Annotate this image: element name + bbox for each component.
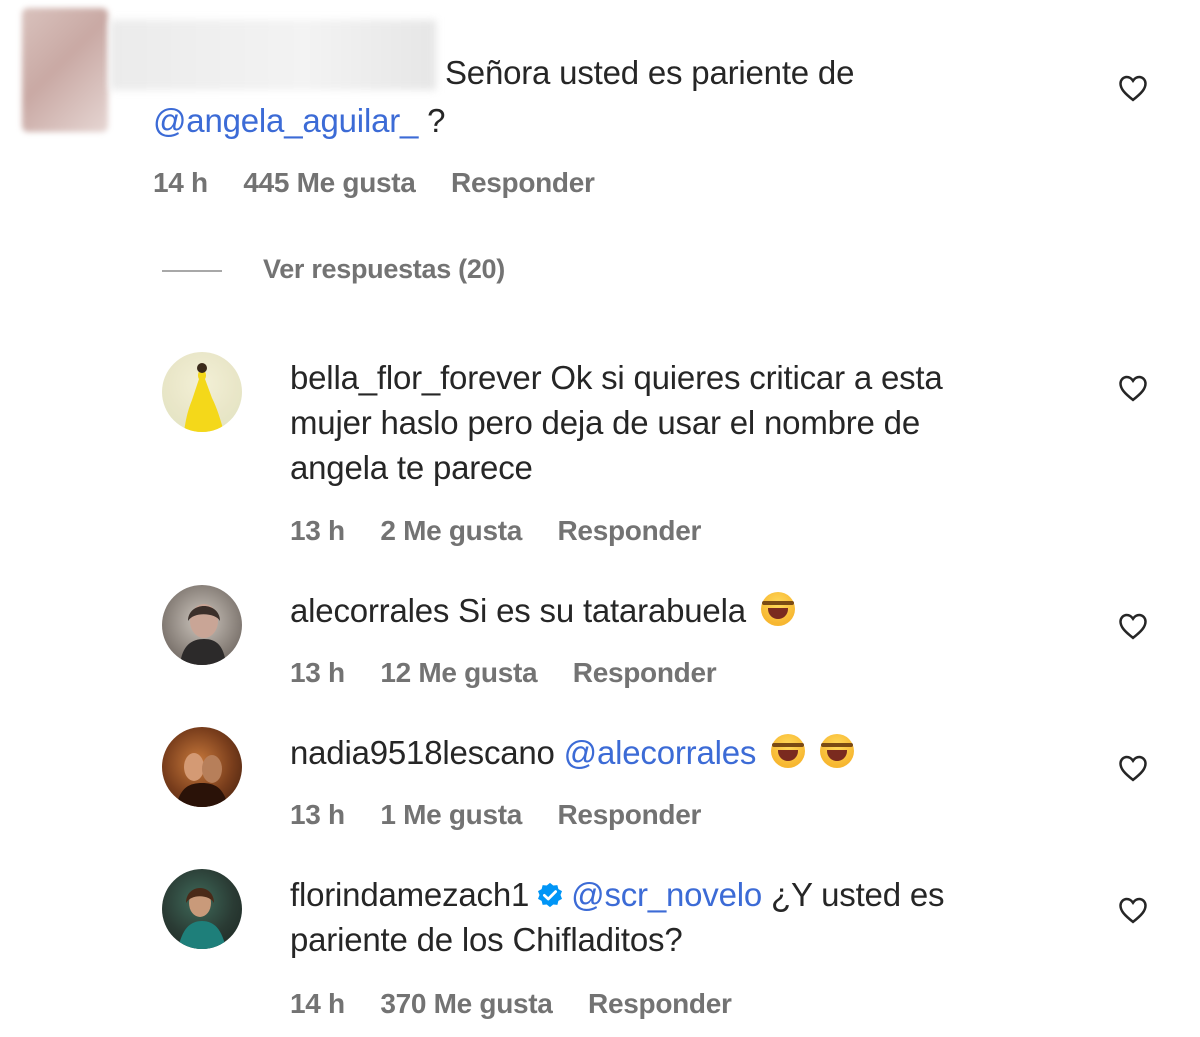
comment-5-meta: 14 h 370 Me gusta Responder: [290, 988, 760, 1020]
comment-4-like-button[interactable]: [1118, 754, 1148, 782]
comment-3-reply-button[interactable]: Responder: [573, 657, 717, 688]
heart-outline-icon: [1119, 755, 1147, 782]
comment-2-text: bella_flor_forever Ok si quieres critica…: [290, 355, 1010, 490]
laughing-emoji-icon: [771, 734, 806, 768]
avatar-image: [184, 363, 224, 432]
comment-1-meta: 14 h 445 Me gusta Responder: [153, 167, 623, 199]
comment-2-like-button[interactable]: [1118, 374, 1148, 402]
comment-2-username[interactable]: bella_flor_forever: [290, 359, 542, 396]
avatar-image: [176, 753, 228, 807]
comment-4-time: 13 h: [290, 799, 345, 830]
comment-1-time: 14 h: [153, 167, 208, 198]
comment-1-text-line2: @angela_aguilar_ ?: [153, 98, 445, 143]
heart-outline-icon: [1119, 613, 1147, 640]
comment-4-meta: 13 h 1 Me gusta Responder: [290, 799, 729, 831]
blurred-avatar: [22, 8, 108, 132]
comment-5-username[interactable]: florindamezach1: [290, 876, 529, 913]
blurred-username: [110, 20, 436, 90]
avatar-alecorrales[interactable]: [162, 585, 242, 665]
laughing-emoji-icon: [820, 734, 855, 768]
comment-2-reply-button[interactable]: Responder: [558, 515, 702, 546]
comment-4-text: nadia9518lescano @alecorrales: [290, 730, 855, 775]
comment-4-reply-button[interactable]: Responder: [558, 799, 702, 830]
avatar-florindamezach1[interactable]: [162, 869, 242, 949]
comment-1-text-line1: Señora usted es pariente de: [445, 50, 854, 95]
comment-5-mention[interactable]: @scr_novelo: [571, 876, 762, 913]
comment-5-text: florindamezach1 @scr_novelo ¿Y usted es p…: [290, 872, 1010, 962]
avatar-image: [180, 604, 226, 665]
comment-1-text-after: ?: [418, 102, 446, 139]
comment-5-reply-button[interactable]: Responder: [588, 988, 732, 1019]
comment-1-reply-button[interactable]: Responder: [451, 167, 595, 198]
comment-4-mention[interactable]: @alecorrales: [564, 734, 757, 771]
comment-3-username[interactable]: alecorrales: [290, 592, 449, 629]
comment-3-body: Si es su tatarabuela: [449, 592, 746, 629]
comment-3-time: 13 h: [290, 657, 345, 688]
heart-outline-icon: [1119, 897, 1147, 924]
comment-3-meta: 13 h 12 Me gusta Responder: [290, 657, 744, 689]
comment-2-time: 13 h: [290, 515, 345, 546]
verified-badge-icon: [538, 882, 563, 908]
avatar-bella-flor-forever[interactable]: [162, 352, 242, 432]
avatar-image: [178, 888, 226, 949]
heart-outline-icon: [1119, 375, 1147, 402]
comment-1-mention[interactable]: @angela_aguilar_: [153, 102, 418, 139]
comment-3-like-button[interactable]: [1118, 612, 1148, 640]
comment-1-text: Señora usted es pariente de: [445, 54, 855, 91]
view-replies-button[interactable]: Ver respuestas (20): [263, 254, 505, 285]
comment-3-likes[interactable]: 12 Me gusta: [380, 657, 537, 688]
comment-1-likes[interactable]: 445 Me gusta: [243, 167, 416, 198]
comment-3-text: alecorrales Si es su tatarabuela: [290, 588, 795, 633]
comment-4-likes[interactable]: 1 Me gusta: [380, 799, 522, 830]
replies-divider: [162, 270, 222, 272]
comment-2-likes[interactable]: 2 Me gusta: [380, 515, 522, 546]
avatar-nadia9518lescano[interactable]: [162, 727, 242, 807]
laughing-emoji-icon: [760, 592, 795, 626]
comment-2-meta: 13 h 2 Me gusta Responder: [290, 515, 729, 547]
comment-5-like-button[interactable]: [1118, 896, 1148, 924]
comment-4-username[interactable]: nadia9518lescano: [290, 734, 555, 771]
comment-1-like-button[interactable]: [1118, 74, 1148, 102]
heart-outline-icon: [1119, 75, 1147, 102]
comment-5-likes[interactable]: 370 Me gusta: [380, 988, 553, 1019]
comment-5-time: 14 h: [290, 988, 345, 1019]
